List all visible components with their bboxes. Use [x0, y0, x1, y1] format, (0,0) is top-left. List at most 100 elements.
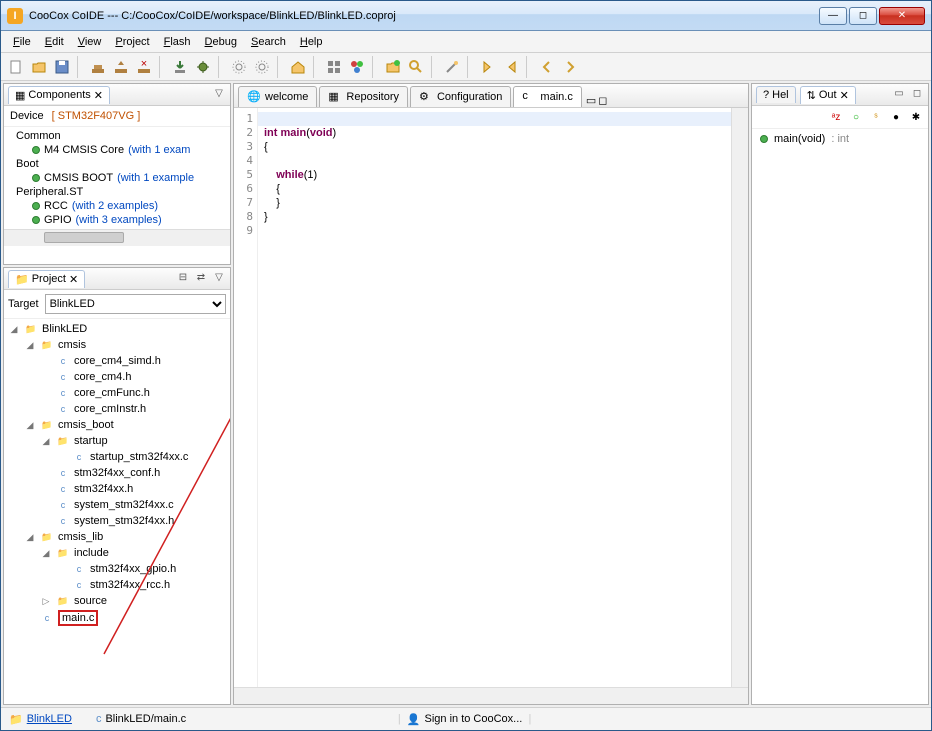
open-button[interactable] [28, 56, 50, 78]
status-file[interactable]: c BlinkLED/main.c [96, 713, 186, 725]
tree-node[interactable]: cstartup_stm32f4xx.c [4, 449, 230, 465]
component-item[interactable]: RCC (with 2 examples) [8, 199, 226, 213]
compile-button[interactable]: × [133, 56, 155, 78]
editor-tab-welcome[interactable]: 🌐welcome [238, 86, 317, 107]
tree-node[interactable]: ◢📁cmsis [4, 337, 230, 353]
collapse-all-button[interactable]: ⊟ [176, 272, 190, 286]
build-button[interactable] [87, 56, 109, 78]
outline-tab-out[interactable]: ⇅Out ✕ [800, 86, 856, 104]
new-file-button[interactable] [5, 56, 27, 78]
tree-twisty-icon[interactable]: ◢ [8, 324, 20, 335]
menu-file[interactable]: File [7, 34, 37, 50]
outline-tab-hel[interactable]: ?Hel [756, 86, 796, 103]
editor-tab-main-c[interactable]: cmain.c [513, 86, 581, 107]
panel-menu-button[interactable]: ▽ [212, 272, 226, 286]
forward-button[interactable] [559, 56, 581, 78]
tree-twisty-icon[interactable]: ◢ [24, 340, 36, 351]
rebuild-button[interactable] [110, 56, 132, 78]
download-button[interactable] [169, 56, 191, 78]
editor-vscrollbar[interactable] [731, 108, 748, 687]
tree-node[interactable]: ◢📁cmsis_boot [4, 417, 230, 433]
tree-twisty-icon[interactable]: ◢ [24, 420, 36, 431]
component-item[interactable]: M4 CMSIS Core (with 1 exam [8, 143, 226, 157]
component-group[interactable]: Boot [8, 157, 226, 171]
editor-tab-Configuration[interactable]: ⚙Configuration [410, 86, 511, 107]
tree-node[interactable]: cstm32f4xx_rcc.h [4, 577, 230, 593]
config-button[interactable] [228, 56, 250, 78]
menu-edit[interactable]: Edit [39, 34, 70, 50]
outline-item[interactable]: main(void) : int [760, 133, 920, 145]
close-button[interactable]: ✕ [879, 7, 925, 25]
tree-twisty-icon[interactable]: ▷ [40, 596, 52, 607]
editor-tab-Repository[interactable]: ▦Repository [319, 86, 408, 107]
menu-view[interactable]: View [72, 34, 108, 50]
editor-minimize-button[interactable]: ▭ [586, 94, 596, 107]
tree-file-selected[interactable]: cmain.c [4, 609, 230, 627]
status-project-link[interactable]: 📁 BlinkLED [9, 713, 72, 726]
tree-node[interactable]: ccore_cmInstr.h [4, 401, 230, 417]
examples-link[interactable]: (with 3 examples) [76, 214, 162, 226]
hide-static-button[interactable]: ˢ [868, 109, 884, 125]
menu-search[interactable]: Search [245, 34, 292, 50]
tree-twisty-icon[interactable]: ◢ [40, 548, 52, 559]
save-button[interactable] [51, 56, 73, 78]
debug-button[interactable] [192, 56, 214, 78]
maximize-button[interactable]: ◻ [849, 7, 877, 25]
panel-menu-button[interactable]: ▽ [212, 88, 226, 102]
examples-link[interactable]: (with 2 examples) [72, 200, 158, 212]
signin-link[interactable]: 👤 Sign in to CooCox... [407, 713, 523, 726]
back-button[interactable] [536, 56, 558, 78]
component-item[interactable]: CMSIS BOOT (with 1 example [8, 171, 226, 185]
search-button[interactable] [405, 56, 427, 78]
hide-fields-button[interactable]: ○ [848, 109, 864, 125]
tree-twisty-icon[interactable]: ◢ [40, 436, 52, 447]
components-tab-close-icon[interactable]: ✕ [94, 89, 103, 102]
tab-close-icon[interactable]: ✕ [840, 89, 849, 102]
minimize-button[interactable]: — [819, 7, 847, 25]
components-tab[interactable]: ▦ Components ✕ [8, 86, 110, 104]
sort-button[interactable]: ᵃz [828, 109, 844, 125]
tree-node[interactable]: cstm32f4xx_conf.h [4, 465, 230, 481]
examples-link[interactable]: (with 1 exam [128, 144, 190, 156]
project-tab[interactable]: 📁 Project ✕ [8, 270, 85, 288]
home-button[interactable] [287, 56, 309, 78]
prev-annotation-button[interactable] [500, 56, 522, 78]
menu-project[interactable]: Project [109, 34, 155, 50]
tree-node[interactable]: ccore_cm4_simd.h [4, 353, 230, 369]
tree-node[interactable]: cstm32f4xx_gpio.h [4, 561, 230, 577]
project-tab-close-icon[interactable]: ✕ [69, 273, 78, 286]
hide-nonpublic-button[interactable]: ● [888, 109, 904, 125]
menu-debug[interactable]: Debug [199, 34, 243, 50]
components-hscrollbar[interactable] [4, 229, 230, 246]
tree-node[interactable]: ◢📁cmsis_lib [4, 529, 230, 545]
examples-link[interactable]: (with 1 example [117, 172, 194, 184]
config2-button[interactable] [251, 56, 273, 78]
component-group[interactable]: Peripheral.ST [8, 185, 226, 199]
code-area[interactable]: int main(void){ while(1) { }} [258, 108, 731, 687]
target-select[interactable]: BlinkLED [45, 294, 226, 314]
tree-node[interactable]: ccore_cm4.h [4, 369, 230, 385]
component-group[interactable]: Common [8, 129, 226, 143]
new-project-button[interactable] [382, 56, 404, 78]
tree-node[interactable]: ◢📁include [4, 545, 230, 561]
tree-node[interactable]: csystem_stm32f4xx.c [4, 497, 230, 513]
menu-flash[interactable]: Flash [158, 34, 197, 50]
wand-button[interactable] [441, 56, 463, 78]
chip-button[interactable] [346, 56, 368, 78]
editor-body[interactable]: 123456789 int main(void){ while(1) { }} [234, 108, 748, 687]
tree-node[interactable]: cstm32f4xx.h [4, 481, 230, 497]
link-editor-button[interactable]: ⇄ [194, 272, 208, 286]
tree-node[interactable]: ▷📁source [4, 593, 230, 609]
tree-node[interactable]: csystem_stm32f4xx.h [4, 513, 230, 529]
next-annotation-button[interactable] [477, 56, 499, 78]
tree-twisty-icon[interactable]: ◢ [24, 532, 36, 543]
menu-help[interactable]: Help [294, 34, 329, 50]
tree-node[interactable]: ◢📁BlinkLED [4, 321, 230, 337]
grid-button[interactable] [323, 56, 345, 78]
tree-node[interactable]: ccore_cmFunc.h [4, 385, 230, 401]
outline-min-button[interactable]: ▭ [892, 88, 906, 102]
tree-node[interactable]: ◢📁startup [4, 433, 230, 449]
outline-menu-button[interactable]: ✱ [908, 109, 924, 125]
component-item[interactable]: GPIO (with 3 examples) [8, 213, 226, 227]
editor-maximize-button[interactable]: ◻ [598, 94, 607, 107]
